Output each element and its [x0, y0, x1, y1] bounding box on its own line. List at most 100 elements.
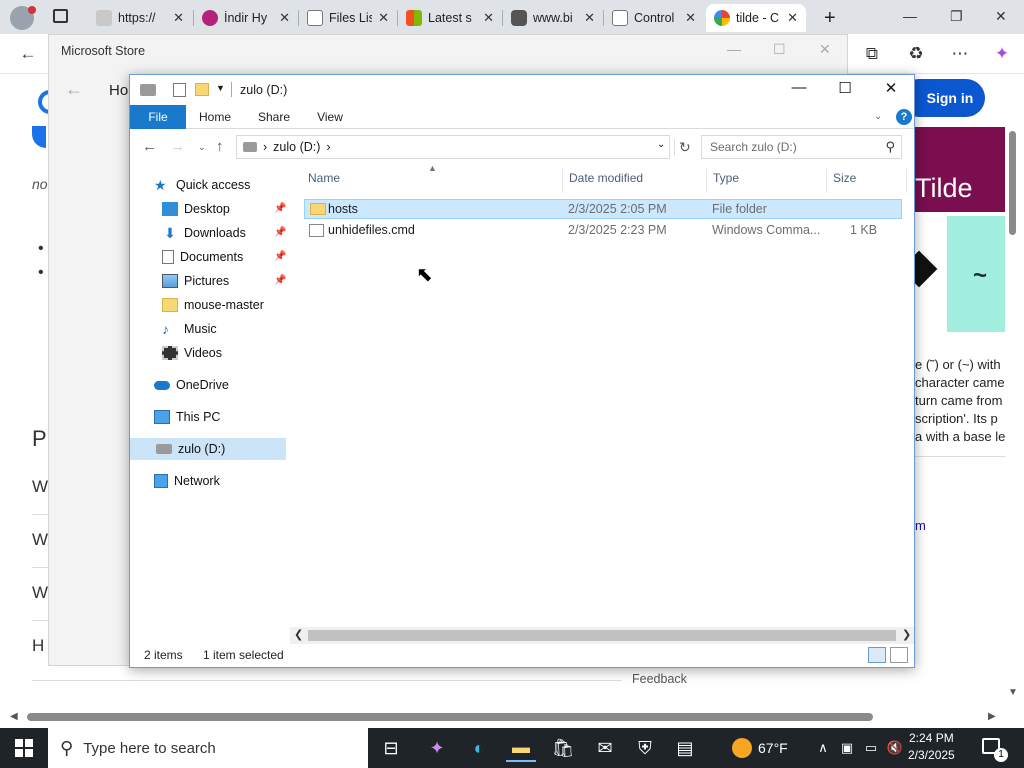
file-explorer-icon[interactable]: ▬ [506, 734, 536, 762]
copilot-icon[interactable]: ✦ [422, 734, 452, 762]
tab-home[interactable]: Home [192, 105, 238, 129]
scroll-left-arrow-icon[interactable]: ❮ [294, 628, 303, 641]
column-header-date[interactable]: Date modified [569, 171, 643, 185]
close-tab-icon[interactable]: ✕ [173, 10, 184, 26]
close-icon[interactable]: ✕ [879, 79, 903, 97]
column-divider[interactable] [706, 169, 707, 193]
nav-music[interactable]: ♪ Music [162, 318, 217, 340]
nav-downloads[interactable]: ⬇ Downloads [162, 222, 246, 244]
column-divider[interactable] [826, 169, 827, 193]
volume-muted-icon[interactable]: 🔇 [880, 734, 910, 762]
nav-zulo-drive[interactable]: zulo (D:) [130, 438, 286, 460]
minimize-icon[interactable]: — [787, 79, 811, 96]
app-icon[interactable]: ▤ [670, 734, 700, 762]
column-divider[interactable] [906, 169, 907, 193]
store-nav-text[interactable]: Ho [109, 82, 128, 99]
browser-tab[interactable]: Control ✕ [604, 4, 704, 32]
browser-tab[interactable]: İndir Hy ✕ [194, 4, 298, 32]
mail-icon[interactable]: ✉ [590, 734, 620, 762]
taskbar-clock[interactable]: 2:24 PM 2/3/2025 [908, 730, 955, 764]
scroll-left-arrow-icon[interactable]: ◀ [10, 711, 18, 722]
column-header-name[interactable]: Name [308, 171, 340, 185]
back-arrow-icon[interactable]: ← [16, 42, 40, 66]
restore-icon[interactable]: ❐ [950, 8, 963, 25]
scroll-right-arrow-icon[interactable]: ▶ [988, 711, 996, 722]
snippet-link[interactable]: m [915, 518, 1006, 533]
new-tab-button[interactable]: + [816, 4, 844, 32]
file-row[interactable]: unhidefiles.cmd 2/3/2025 2:23 PM Windows… [304, 221, 902, 241]
close-tab-icon[interactable]: ✕ [787, 10, 798, 26]
nav-network[interactable]: Network [154, 470, 220, 492]
browser-tab[interactable]: www.bi ✕ [503, 4, 603, 32]
copilot-icon[interactable]: ✦ [990, 42, 1014, 66]
refresh-icon[interactable]: ↻ [674, 139, 691, 156]
column-header-type[interactable]: Type [713, 171, 739, 185]
nav-quick-access[interactable]: ★ Quick access [154, 174, 250, 196]
nav-videos[interactable]: Videos [162, 342, 222, 364]
browser-tab-active[interactable]: tilde - C ✕ [706, 4, 806, 32]
security-shield-icon[interactable]: ⛨ [630, 734, 660, 762]
store-maximize-icon[interactable]: ☐ [773, 41, 786, 58]
page-horizontal-scrollbar[interactable]: ◀ ▶ [0, 708, 1006, 726]
nav-pictures[interactable]: Pictures [162, 270, 229, 292]
tab-actions-icon[interactable] [53, 9, 68, 23]
store-icon[interactable]: 🛍 [548, 734, 578, 762]
store-close-icon[interactable]: ✕ [819, 41, 831, 58]
nav-documents[interactable]: Documents [162, 246, 243, 268]
breadcrumb-location[interactable]: zulo (D:) [273, 140, 320, 154]
nav-onedrive[interactable]: OneDrive [154, 374, 229, 396]
address-bar[interactable]: › zulo (D:) › ⌄ [236, 135, 670, 159]
back-arrow-icon[interactable]: ← [142, 138, 157, 155]
close-tab-icon[interactable]: ✕ [584, 10, 595, 26]
new-folder-icon[interactable] [195, 83, 209, 96]
question-item[interactable]: H [32, 636, 44, 656]
nav-mouse-master[interactable]: mouse-master [162, 294, 264, 316]
breadcrumb-chevron[interactable]: › [326, 140, 330, 154]
store-back-arrow-icon[interactable]: ← [65, 79, 83, 100]
quick-access-dropdown-icon[interactable]: ▼ [216, 83, 225, 93]
tab-view[interactable]: View [308, 105, 352, 129]
up-arrow-icon[interactable]: ↑ [216, 138, 224, 155]
file-list-horizontal-scrollbar[interactable]: ❮ ❯ [290, 627, 914, 644]
task-view-icon[interactable]: ⊟ [376, 734, 406, 762]
tilde-thumbnail[interactable]: ~ [947, 216, 1005, 332]
nav-desktop[interactable]: Desktop [162, 198, 230, 220]
pin-icon[interactable]: 📌 [274, 227, 286, 238]
question-item[interactable]: W [32, 477, 48, 497]
details-view-icon[interactable] [868, 647, 886, 663]
page-vertical-scrollbar[interactable]: ▼ [1006, 127, 1020, 707]
start-button[interactable] [0, 728, 48, 768]
nav-this-pc[interactable]: This PC [154, 406, 220, 428]
question-item[interactable]: W [32, 530, 48, 550]
pin-icon[interactable]: 📌 [274, 251, 286, 262]
scroll-right-arrow-icon[interactable]: ❯ [902, 628, 911, 641]
close-tab-icon[interactable]: ✕ [685, 10, 696, 26]
question-item[interactable]: W [32, 583, 48, 603]
column-divider[interactable] [562, 169, 563, 193]
scroll-thumb[interactable] [1009, 131, 1016, 235]
feedback-link[interactable]: Feedback [632, 672, 687, 686]
expand-ribbon-icon[interactable]: ⌄ [874, 111, 882, 122]
browser-tab[interactable]: Latest s ✕ [398, 4, 502, 32]
extensions-icon[interactable]: ♻ [904, 42, 928, 66]
collections-icon[interactable]: ⧉ [860, 42, 884, 66]
minimize-icon[interactable]: — [903, 8, 917, 24]
scroll-thumb[interactable] [27, 713, 873, 721]
browser-tab[interactable]: Files Lis ✕ [299, 4, 397, 32]
recent-locations-icon[interactable]: ⌄ [198, 142, 206, 153]
search-input[interactable]: Search zulo (D:) ⚲ [701, 135, 902, 159]
close-tab-icon[interactable]: ✕ [378, 10, 389, 26]
weather-widget[interactable]: 67°F [732, 728, 788, 768]
close-icon[interactable]: ✕ [995, 8, 1007, 25]
scroll-down-arrow-icon[interactable]: ▼ [1008, 687, 1018, 698]
large-icons-view-icon[interactable] [890, 647, 908, 663]
taskbar-search-input[interactable]: ⚲ Type here to search [48, 728, 368, 768]
column-header-size[interactable]: Size [833, 171, 856, 185]
file-row[interactable]: hosts 2/3/2025 2:05 PM File folder [304, 199, 902, 219]
pin-icon[interactable]: 📌 [274, 275, 286, 286]
edge-icon[interactable]: ◐ [464, 734, 494, 762]
address-dropdown-icon[interactable]: ⌄ [657, 139, 665, 150]
close-tab-icon[interactable]: ✕ [279, 10, 290, 26]
close-tab-icon[interactable]: ✕ [483, 10, 494, 26]
store-minimize-icon[interactable]: — [727, 41, 741, 57]
